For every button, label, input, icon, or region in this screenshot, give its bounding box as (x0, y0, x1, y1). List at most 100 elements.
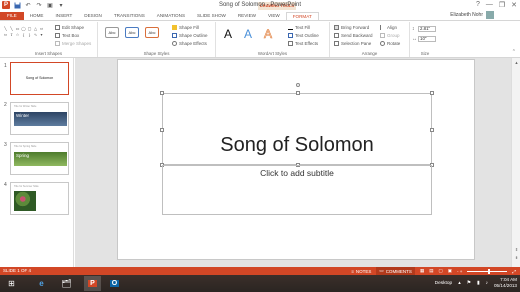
start-button-icon[interactable]: ⊞ (3, 276, 20, 291)
outlook-taskbar-icon[interactable]: O (106, 276, 123, 291)
volume-icon[interactable]: ♪ (486, 281, 488, 286)
minimize-icon[interactable]: — (486, 1, 493, 9)
file-explorer-icon[interactable]: 🗂 (58, 276, 75, 291)
show-hidden-icons-icon[interactable]: ▴ (458, 281, 460, 286)
powerpoint-taskbar-icon[interactable]: P (84, 276, 101, 291)
avatar[interactable] (486, 11, 494, 19)
restore-icon[interactable]: ❐ (499, 1, 505, 9)
slide-thumbnail-4[interactable]: Title for Summer Slide (10, 182, 69, 215)
star-shape-icon[interactable]: ☆ (15, 32, 20, 37)
shape-style-1[interactable]: Abc (105, 27, 119, 38)
help-icon[interactable]: ? (476, 1, 480, 9)
line-shape-icon[interactable]: ╲ (3, 26, 8, 31)
previous-slide-icon[interactable]: ⇞ (513, 246, 520, 253)
text-effects-button[interactable]: Text Effects (288, 41, 318, 46)
resize-handle[interactable] (296, 91, 300, 95)
merge-shapes-button[interactable]: Merge Shapes (55, 41, 91, 46)
text-outline-button[interactable]: Text Outline (288, 33, 319, 38)
slide-sorter-icon[interactable]: ▤ (429, 268, 433, 274)
tab-slide-show[interactable]: SLIDE SHOW (191, 12, 232, 20)
zoom-controls[interactable]: - + (457, 269, 462, 274)
tab-view[interactable]: VIEW (262, 12, 286, 20)
align-button[interactable]: Align (380, 25, 397, 30)
brace-shape-icon[interactable]: { (21, 32, 26, 37)
tab-design[interactable]: DESIGN (78, 12, 108, 20)
internet-explorer-icon[interactable]: e (33, 276, 50, 291)
rectangle-shape-icon[interactable]: ▢ (27, 26, 32, 31)
comments-button[interactable]: ▭ COMMENTS (376, 267, 415, 275)
fit-slide-icon[interactable]: ⤢ (512, 269, 516, 274)
resize-handle[interactable] (430, 128, 434, 132)
slide-title[interactable]: Song of Solomon (163, 134, 431, 157)
resize-handle[interactable] (430, 91, 434, 95)
shape-style-3[interactable]: Abc (145, 27, 159, 38)
slide-thumbnail-2[interactable]: Title for Winter Slide Winter (10, 102, 69, 135)
send-backward-button[interactable]: Send Backward (334, 33, 373, 38)
zoom-slider[interactable] (467, 268, 508, 274)
wordart-style-3[interactable]: A (264, 27, 273, 42)
text-fill-button[interactable]: Text Fill (288, 25, 310, 30)
wordart-style-2[interactable]: A (244, 27, 252, 41)
shape-width-input[interactable]: 10" (418, 36, 436, 42)
powerpoint-logo-icon[interactable]: P (2, 1, 10, 9)
arrow-shape-icon[interactable]: ⇨ (39, 26, 44, 31)
reading-view-icon[interactable]: ▢ (438, 268, 442, 274)
shape-effects-button[interactable]: Shape Effects (172, 41, 207, 46)
tab-transitions[interactable]: TRANSITIONS (108, 12, 151, 20)
subtitle-placeholder[interactable]: Click to add subtitle (162, 165, 432, 215)
network-icon[interactable]: ▮ (477, 281, 480, 286)
arrow-shape-icon[interactable]: ⇧ (9, 32, 14, 37)
bring-forward-button[interactable]: Bring Forward (334, 25, 369, 30)
slideshow-view-icon[interactable]: ▣ (448, 268, 452, 274)
more-shapes-icon[interactable]: ▾ (39, 32, 44, 37)
shape-height-input[interactable]: 2.81" (418, 26, 436, 32)
shape-fill-button[interactable]: Shape Fill (172, 25, 199, 30)
account-area[interactable]: Elizabeth Nohr (450, 11, 494, 19)
zoom-slider-thumb[interactable] (488, 268, 491, 274)
undo-icon[interactable]: ↶ (24, 1, 32, 9)
tab-home[interactable]: HOME (24, 12, 50, 20)
tab-review[interactable]: REVIEW (232, 12, 262, 20)
group-button[interactable]: Group (380, 33, 400, 38)
subtitle-prompt[interactable]: Click to add subtitle (163, 168, 431, 178)
shapes-gallery[interactable]: ╲ ╲ ▭ ◯ ▢ △ ⇨ ⇦ ⇧ ☆ { } ∿ ▾ (3, 26, 44, 37)
shape-style-2[interactable]: Abc (125, 27, 139, 38)
collapse-ribbon-icon[interactable]: ⌃ (512, 49, 516, 55)
notes-button[interactable]: ≡ NOTES (351, 269, 371, 274)
start-slideshow-icon[interactable]: ▣ (46, 1, 54, 9)
normal-view-icon[interactable]: ▦ (420, 268, 424, 274)
next-slide-icon[interactable]: ⇟ (513, 254, 520, 261)
redo-icon[interactable]: ↷ (35, 1, 43, 9)
tab-animations[interactable]: ANIMATIONS (151, 12, 191, 20)
close-icon[interactable]: ✕ (511, 1, 517, 9)
line-shape-icon[interactable]: ╲ (9, 26, 14, 31)
shape-outline-button[interactable]: Shape Outline (172, 33, 208, 38)
rectangle-shape-icon[interactable]: ▭ (15, 26, 20, 31)
customize-toolbar-icon[interactable]: ▾ (57, 1, 65, 9)
tab-insert[interactable]: INSERT (49, 12, 78, 20)
edit-shape-button[interactable]: Edit Shape (55, 25, 84, 30)
current-slide[interactable]: Song of Solomon Click to add subtitle (117, 59, 475, 260)
resize-handle[interactable] (160, 91, 164, 95)
slide-thumbnail-3[interactable]: Title for Spring Slide Spring (10, 142, 69, 175)
desktop-toolbar-label[interactable]: Desktop (435, 281, 453, 286)
brace-shape-icon[interactable]: } (27, 32, 32, 37)
curve-shape-icon[interactable]: ∿ (33, 32, 38, 37)
arrow-shape-icon[interactable]: ⇦ (3, 32, 8, 37)
wordart-style-1[interactable]: A (224, 27, 232, 41)
rotate-handle-icon[interactable] (296, 83, 300, 87)
resize-handle[interactable] (160, 128, 164, 132)
rotate-button[interactable]: Rotate (380, 41, 400, 46)
flag-icon[interactable]: ⚑ (467, 281, 471, 286)
text-box-button[interactable]: Text Box (55, 33, 79, 38)
save-icon[interactable] (13, 1, 21, 9)
oval-shape-icon[interactable]: ◯ (21, 26, 26, 31)
title-placeholder[interactable]: Song of Solomon (160, 83, 434, 167)
scroll-up-icon[interactable]: ▲ (513, 59, 520, 66)
tab-file[interactable]: FILE (0, 12, 24, 20)
slide-thumbnail-1[interactable]: Song of Solomon (10, 62, 69, 95)
triangle-shape-icon[interactable]: △ (33, 26, 38, 31)
selection-pane-button[interactable]: Selection Pane (334, 41, 371, 46)
clock[interactable]: 7:04 AM 05/14/2013 (494, 277, 517, 289)
vertical-scrollbar[interactable]: ▲ ⇞ ⇟ (511, 58, 520, 267)
